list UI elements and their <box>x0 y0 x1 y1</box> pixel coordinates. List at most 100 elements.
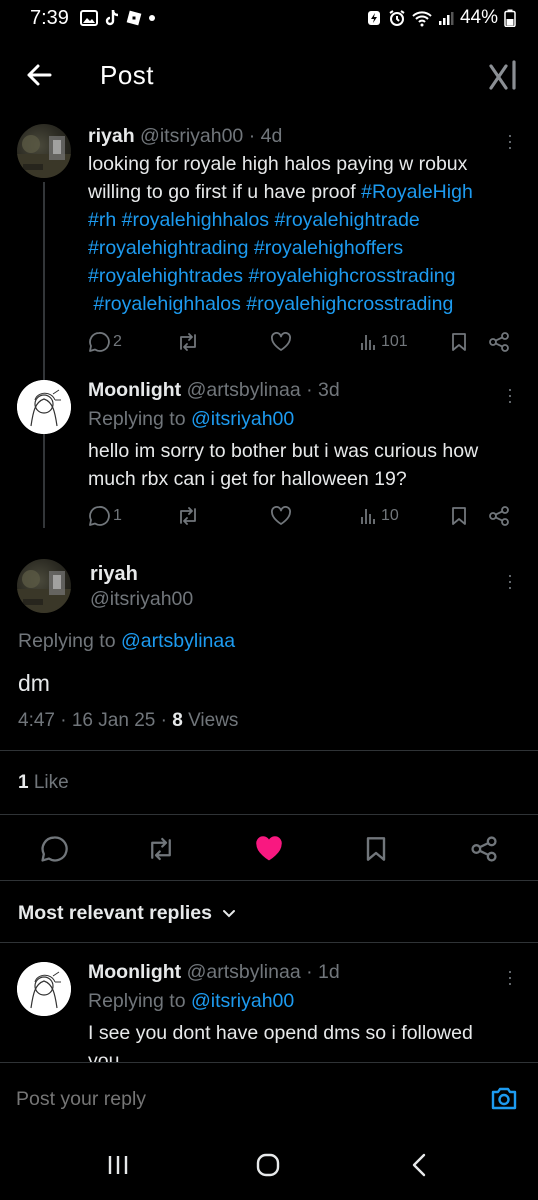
like-button[interactable] <box>270 332 292 352</box>
author-handle[interactable]: @artsbylinaa <box>187 379 301 401</box>
share-icon <box>489 332 509 352</box>
hashtag-link[interactable]: #royalehighhalos <box>93 293 240 315</box>
more-options-icon[interactable]: · · · <box>507 380 513 410</box>
avatar[interactable] <box>17 559 71 613</box>
roblox-icon <box>126 10 142 26</box>
post-time: · 3d <box>306 379 340 401</box>
post-text-line: looking for royale high halos paying w r… <box>88 153 468 175</box>
back-button[interactable] <box>24 60 54 90</box>
share-button[interactable] <box>488 505 510 527</box>
hashtag-link[interactable]: #RoyaleHigh <box>361 181 473 203</box>
home-button[interactable] <box>256 1153 280 1177</box>
replying-to: Replying to @itsriyah00 <box>88 408 295 430</box>
divider <box>0 750 538 751</box>
main-author-name[interactable]: riyah <box>90 560 138 588</box>
battery-saver-icon <box>367 11 380 25</box>
repost-button[interactable] <box>146 835 176 863</box>
battery-percent: 44% <box>459 7 498 28</box>
replying-to: Replying to @artsbylinaa <box>18 630 236 652</box>
wifi-icon <box>412 11 432 27</box>
author-handle[interactable]: @artsbylinaa <box>187 961 301 983</box>
bookmark-icon <box>452 333 466 351</box>
tiktok-icon <box>105 9 119 26</box>
grok-icon <box>489 60 516 90</box>
avatar-image <box>17 380 71 434</box>
views-button[interactable]: 10 <box>360 507 399 525</box>
reply-header: Moonlight @artsbylinaa · 1d <box>88 958 498 986</box>
grok-button[interactable] <box>488 58 520 92</box>
back-nav-button[interactable] <box>410 1153 428 1177</box>
likes-count: 1 <box>18 772 29 793</box>
share-button[interactable] <box>488 331 510 353</box>
back-arrow-icon <box>27 64 52 86</box>
author-name[interactable]: Moonlight <box>88 379 181 401</box>
views-count: 10 <box>381 507 399 524</box>
hashtag-link[interactable]: #royalehighoffers <box>254 237 403 259</box>
views-count: 101 <box>381 333 408 350</box>
replies-sort-dropdown[interactable]: Most relevant replies <box>18 902 236 925</box>
repost-icon <box>151 837 171 861</box>
reply-button[interactable]: 1 <box>88 505 122 527</box>
author-name[interactable]: riyah <box>88 125 135 147</box>
repost-button[interactable] <box>176 331 200 353</box>
divider <box>0 814 538 815</box>
page-title: Post <box>100 60 155 90</box>
avatar-image <box>17 570 71 613</box>
mention-link[interactable]: @itsriyah00 <box>191 408 294 430</box>
like-button[interactable] <box>254 836 284 862</box>
likes-summary[interactable]: 1 Like <box>18 770 69 796</box>
avatar[interactable] <box>17 124 71 178</box>
views-button[interactable]: 101 <box>360 333 408 351</box>
main-post-text: dm <box>18 670 50 696</box>
hashtag-link[interactable]: #royalehightrading <box>88 237 248 259</box>
hashtag-link[interactable]: #rh <box>88 209 116 231</box>
bookmark-button[interactable] <box>450 506 468 526</box>
hashtag-link[interactable]: #royalehightrades <box>88 265 243 287</box>
reply-icon <box>89 332 110 352</box>
repost-icon <box>180 507 196 525</box>
avatar-image <box>17 135 71 178</box>
camera-button[interactable] <box>490 1085 518 1111</box>
post-text-line: willing to go first if u have proof #Roy… <box>88 181 473 203</box>
system-nav-bar <box>0 1134 538 1200</box>
avatar[interactable] <box>17 380 71 434</box>
thread-connector <box>43 438 45 528</box>
main-author-handle[interactable]: @itsriyah00 <box>90 586 193 612</box>
more-options-icon[interactable]: · · · <box>507 962 513 992</box>
post-actions: 2 101 <box>88 330 518 354</box>
hashtag-link[interactable]: #royalehightrade <box>274 209 419 231</box>
battery-icon <box>504 9 516 27</box>
like-button[interactable] <box>270 506 292 526</box>
more-options-icon[interactable]: · · · <box>507 126 513 156</box>
more-options-icon[interactable]: · · · <box>507 566 513 596</box>
author-handle[interactable]: @itsriyah00 <box>140 125 243 147</box>
reply-button[interactable]: 2 <box>88 331 122 353</box>
author-name[interactable]: Moonlight <box>88 961 181 983</box>
recent-apps-button[interactable] <box>106 1154 130 1176</box>
alarm-icon <box>389 10 405 26</box>
bookmark-button[interactable] <box>450 332 468 352</box>
share-button[interactable] <box>470 835 498 863</box>
main-post-actions <box>0 828 538 868</box>
repost-button[interactable] <box>176 505 200 527</box>
hashtag-link[interactable]: #royalehighcrosstrading <box>246 293 453 315</box>
gallery-icon <box>80 10 98 26</box>
hashtag-link[interactable]: #royalehighhalos <box>122 209 269 231</box>
avatar-image <box>17 962 71 1016</box>
mention-link[interactable]: @itsriyah00 <box>191 990 294 1012</box>
reply-input[interactable] <box>16 1081 456 1117</box>
replies-sort-label: Most relevant replies <box>18 902 212 924</box>
chevron-down-icon <box>223 909 235 917</box>
mention-link[interactable]: @artsbylinaa <box>121 630 235 652</box>
signal-icon <box>438 12 454 25</box>
heart-icon <box>271 332 291 351</box>
bookmark-button[interactable] <box>364 835 388 863</box>
post-text-line: #royalehighhalos #royalehighcrosstrading <box>88 290 528 318</box>
reply-button[interactable] <box>40 835 68 863</box>
replying-to: Replying to @itsriyah00 <box>88 990 295 1012</box>
avatar[interactable] <box>17 962 71 1016</box>
camera-icon <box>491 1087 517 1110</box>
reply-count: 1 <box>113 507 122 524</box>
reply-header: Moonlight @artsbylinaa · 3d <box>88 376 498 404</box>
hashtag-link[interactable]: #royalehighcrosstrading <box>248 265 455 287</box>
